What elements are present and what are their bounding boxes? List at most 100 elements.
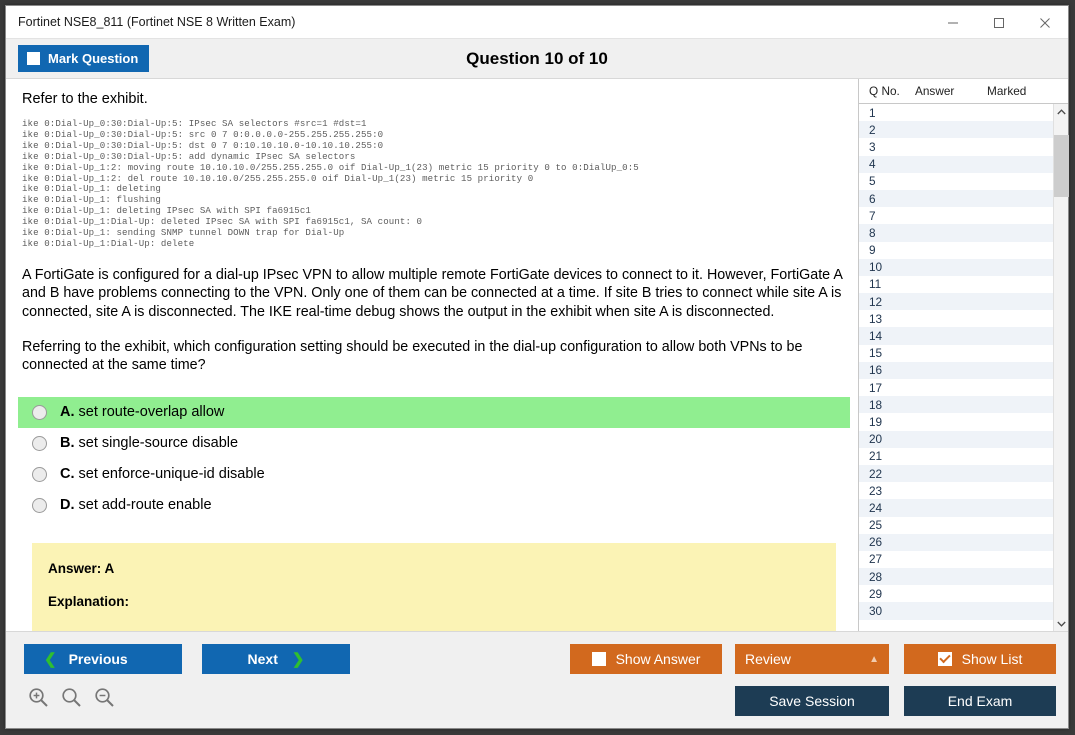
question-list-scrollbar[interactable] (1053, 104, 1068, 631)
show-list-checkbox-icon (938, 652, 952, 666)
answer-option-b[interactable]: B.set single-source disable (18, 428, 850, 459)
question-list-row[interactable]: 18 (859, 396, 1053, 413)
question-list-row[interactable]: 6 (859, 190, 1053, 207)
maximize-icon (993, 17, 1005, 29)
radio-button-icon[interactable] (32, 498, 47, 513)
question-list-row[interactable]: 1 (859, 104, 1053, 121)
mark-question-label: Mark Question (48, 51, 138, 66)
question-list-row[interactable]: 2 (859, 121, 1053, 138)
window-title: Fortinet NSE8_811 (Fortinet NSE 8 Writte… (6, 15, 295, 29)
question-number-cell: 25 (859, 518, 915, 532)
maximize-button[interactable] (976, 6, 1022, 39)
question-paragraph-1: A FortiGate is configured for a dial-up … (22, 266, 850, 322)
question-number-cell: 18 (859, 398, 915, 412)
mark-question-button[interactable]: Mark Question (18, 45, 149, 72)
previous-button[interactable]: ❮ Previous (24, 644, 182, 674)
question-list-scroll-area: 1234567891011121314151617181920212223242… (859, 104, 1068, 631)
question-content-pane: Refer to the exhibit. ike 0:Dial-Up_0:30… (6, 79, 858, 631)
end-exam-button[interactable]: End Exam (904, 686, 1056, 716)
explanation-text: Explanation: (48, 594, 820, 609)
review-dropdown-button[interactable]: Review ▲ (735, 644, 889, 674)
option-letter: C. (60, 466, 75, 482)
save-session-label: Save Session (769, 693, 855, 709)
question-number-cell: 27 (859, 552, 915, 566)
option-text: set enforce-unique-id disable (79, 466, 265, 482)
show-list-label: Show List (962, 651, 1023, 667)
scroll-up-icon[interactable] (1054, 104, 1069, 119)
question-list-row[interactable]: 22 (859, 465, 1053, 482)
question-list-row[interactable]: 10 (859, 259, 1053, 276)
question-list-row[interactable]: 24 (859, 499, 1053, 516)
question-list-row[interactable]: 19 (859, 413, 1053, 430)
question-list-row[interactable]: 26 (859, 534, 1053, 551)
save-session-button[interactable]: Save Session (735, 686, 889, 716)
scrollbar-track[interactable] (1054, 119, 1069, 616)
question-list-row[interactable]: 5 (859, 173, 1053, 190)
scroll-down-icon[interactable] (1054, 616, 1069, 631)
question-number-cell: 21 (859, 449, 915, 463)
question-list-row[interactable]: 28 (859, 568, 1053, 585)
option-letter: D. (60, 497, 75, 513)
radio-button-icon[interactable] (32, 405, 47, 420)
question-number-cell: 29 (859, 587, 915, 601)
question-list-row[interactable]: 13 (859, 310, 1053, 327)
answer-option-d[interactable]: D.set add-route enable (18, 490, 850, 521)
question-list-row[interactable]: 8 (859, 224, 1053, 241)
question-number-cell: 17 (859, 381, 915, 395)
zoom-controls (28, 687, 115, 713)
option-text: set add-route enable (79, 497, 212, 513)
question-list-row[interactable]: 9 (859, 242, 1053, 259)
answer-explanation-box: Answer: A Explanation: (32, 543, 836, 631)
question-number-cell: 8 (859, 226, 915, 240)
question-list-row[interactable]: 27 (859, 551, 1053, 568)
column-header-qno: Q No. (859, 84, 915, 98)
column-header-answer: Answer (915, 84, 987, 98)
radio-button-icon[interactable] (32, 467, 47, 482)
question-number-cell: 20 (859, 432, 915, 446)
next-button[interactable]: Next ❯ (202, 644, 350, 674)
close-button[interactable] (1022, 6, 1068, 39)
window-controls (930, 6, 1068, 39)
show-answer-button[interactable]: Show Answer (570, 644, 722, 674)
option-text: set route-overlap allow (79, 404, 225, 420)
question-list-row[interactable]: 3 (859, 138, 1053, 155)
close-icon (1039, 17, 1051, 29)
question-list-row[interactable]: 30 (859, 602, 1053, 619)
exhibit-code-block: ike 0:Dial-Up_0:30:Dial-Up:5: IPsec SA s… (22, 119, 850, 250)
scrollbar-thumb[interactable] (1054, 135, 1069, 197)
zoom-reset-icon[interactable] (61, 687, 82, 713)
question-number-cell: 7 (859, 209, 915, 223)
question-number-cell: 1 (859, 106, 915, 120)
minimize-button[interactable] (930, 6, 976, 39)
show-list-button[interactable]: Show List (904, 644, 1056, 674)
answer-option-a[interactable]: A.set route-overlap allow (18, 397, 850, 428)
question-list-row[interactable]: 7 (859, 207, 1053, 224)
question-list-row[interactable]: 25 (859, 517, 1053, 534)
zoom-in-icon[interactable] (28, 687, 49, 713)
question-list-row[interactable]: 23 (859, 482, 1053, 499)
show-answer-checkbox-icon (592, 652, 606, 666)
chevron-right-icon: ❯ (292, 652, 305, 667)
answer-option-c[interactable]: C.set enforce-unique-id disable (18, 459, 850, 490)
question-list-row[interactable]: 15 (859, 345, 1053, 362)
question-list-row[interactable]: 16 (859, 362, 1053, 379)
question-list-row[interactable]: 29 (859, 585, 1053, 602)
question-list-row[interactable]: 14 (859, 327, 1053, 344)
question-counter: Question 10 of 10 (6, 49, 1068, 69)
question-number-cell: 10 (859, 260, 915, 274)
question-number-cell: 14 (859, 329, 915, 343)
question-list-row[interactable]: 21 (859, 448, 1053, 465)
question-number-cell: 28 (859, 570, 915, 584)
refer-to-exhibit-text: Refer to the exhibit. (22, 91, 850, 107)
question-list-row[interactable]: 17 (859, 379, 1053, 396)
question-list-row[interactable]: 12 (859, 293, 1053, 310)
question-list-pane: Q No. Answer Marked 12345678910111213141… (858, 79, 1068, 631)
column-header-marked: Marked (987, 84, 1053, 98)
question-list-row[interactable]: 20 (859, 431, 1053, 448)
radio-button-icon[interactable] (32, 436, 47, 451)
chevron-up-icon: ▲ (869, 654, 879, 665)
question-list-row[interactable]: 11 (859, 276, 1053, 293)
question-number-cell: 5 (859, 174, 915, 188)
question-list-row[interactable]: 4 (859, 156, 1053, 173)
zoom-out-icon[interactable] (94, 687, 115, 713)
